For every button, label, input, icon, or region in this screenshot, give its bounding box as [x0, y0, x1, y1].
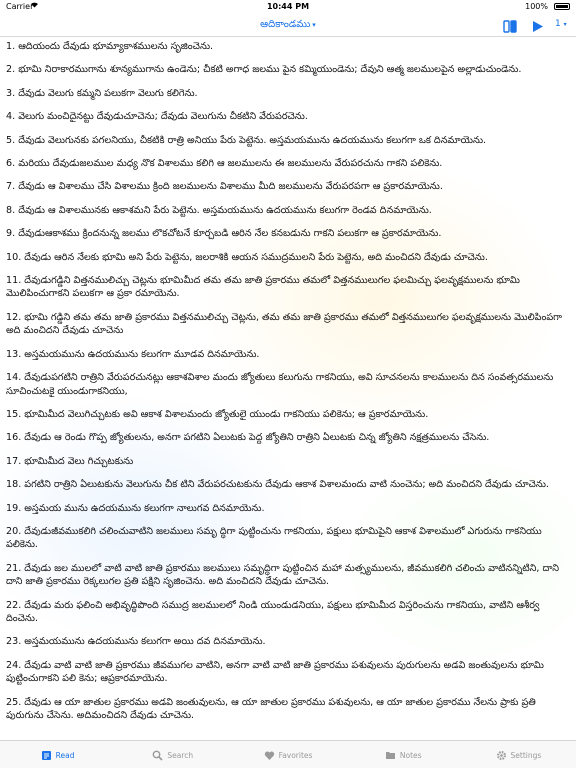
tab-settings[interactable]: Settings: [461, 741, 576, 768]
verse[interactable]: 12. భూమి గడ్డిని తమ తమ జాతి ప్రకారము విత…: [6, 311, 570, 338]
verse[interactable]: 5. దేవుడు వెలుగునకు పగలనియు, చీకటికి రాత…: [6, 134, 570, 147]
verse[interactable]: 25. దేవుడు ఆ యా జాతుల ప్రకారము అడవి జంతు…: [6, 696, 570, 723]
chapter-selector[interactable]: 1 ▾: [555, 19, 567, 29]
play-icon[interactable]: [532, 18, 544, 32]
heart-icon: [264, 751, 274, 760]
book-title: ఆదికాండము: [260, 19, 311, 30]
book-selector[interactable]: ఆదికాండము ▾: [0, 18, 576, 32]
verse[interactable]: 9. దేవుడుఆకాశము క్రిందనున్న జలము లొకచోటన…: [6, 227, 570, 240]
tab-label: Favorites: [278, 750, 313, 760]
tab-notes[interactable]: Notes: [346, 741, 461, 768]
verse[interactable]: 17. భూమిమీద వెలు గిచ్చుటకును: [6, 455, 570, 468]
chevron-down-icon: ▾: [563, 21, 567, 28]
read-icon: [41, 750, 51, 760]
tab-bar: Read Search Favorites Notes Settings: [0, 740, 576, 768]
battery-icon: [554, 3, 570, 10]
tab-search[interactable]: Search: [115, 741, 230, 768]
gear-icon: [496, 750, 506, 760]
verse[interactable]: 6. మరియు దేవుడుజలముల మధ్య నొక విశాలము కల…: [6, 157, 570, 170]
verse[interactable]: 7. దేవుడు ఆ విశాలము చేసి విశాలము క్రింది…: [6, 180, 570, 193]
verse[interactable]: 11. దేవుడుగడ్డిని విత్తనములిచ్చు చెట్లను…: [6, 274, 570, 301]
chevron-down-icon: ▾: [312, 21, 316, 29]
tab-read[interactable]: Read: [0, 741, 115, 768]
battery-percent: 100%: [525, 2, 548, 11]
verse[interactable]: 24. దేవుడు వాటి వాటి జాతి ప్రకారము జీవము…: [6, 659, 570, 686]
status-bar: Carrier 10:44 PM 100%: [0, 0, 576, 14]
verse[interactable]: 16. దేవుడు ఆ రెండు గొప్ప జ్యోతులను, అనగా…: [6, 431, 570, 444]
chapter-number: 1: [555, 19, 561, 29]
bible-reader-screen: Carrier 10:44 PM 100% ఆదికాండము▾ 1 ▾ 1.: [0, 0, 576, 768]
clock: 10:44 PM: [266, 2, 310, 11]
chapter-text: 1. ఆదియందు దేవుడు భూమ్యాకాశములను సృజించె…: [6, 40, 570, 740]
tab-favorites[interactable]: Favorites: [230, 741, 345, 768]
verse[interactable]: 8. దేవుడు ఆ విశాలమునకు ఆకాశమని పేరు పెట్…: [6, 204, 570, 217]
tab-label: Search: [167, 750, 194, 760]
verse[interactable]: 4. వెలుగు మంచిదైనట్టు దేవుడుచూచెను; దేవు…: [6, 110, 570, 123]
verse[interactable]: 3. దేవుడు వెలుగు కమ్మని పలుకగా వెలుగు కల…: [6, 87, 570, 100]
verse[interactable]: 20. దేవుడుజీవముకలిగి చలించువాటిని జలములు…: [6, 525, 570, 552]
notes-icon: [385, 751, 395, 759]
book-icon[interactable]: [503, 18, 517, 33]
verse[interactable]: 15. భూమిమీద వెలుగిచ్చుటకు అవి ఆకాశ విశాల…: [6, 408, 570, 421]
verse[interactable]: 23. అస్తమయమును ఉదయమును కలుగగా అయి దవ దిన…: [6, 635, 570, 648]
verse[interactable]: 18. పగటిని రాత్రిని ఏలుటకును వెలుగును చీ…: [6, 478, 570, 491]
verse[interactable]: 13. అస్తమయమును ఉదయమును కలుగగా మూడవ దినమా…: [6, 348, 570, 361]
verse[interactable]: 14. దేవుడుపగటిని రాత్రిని వేరుపరచునట్లు …: [6, 371, 570, 398]
tab-label: Settings: [510, 750, 542, 760]
verse[interactable]: 22. దేవుడు మరు ఫలించి అభివృద్ధిపొంది సము…: [6, 599, 570, 626]
verse[interactable]: 21. దేవుడు జల ములలో వాటి వాటి జాతి ప్రకా…: [6, 562, 570, 589]
tab-label: Notes: [399, 750, 422, 760]
verse[interactable]: 1. ఆదియందు దేవుడు భూమ్యాకాశములను సృజించె…: [6, 40, 570, 53]
verse[interactable]: 10. దేవుడు ఆరిన నేలకు భూమి అని పేరు పెట్…: [6, 251, 570, 264]
tab-label: Read: [55, 750, 75, 760]
verse[interactable]: 19. అస్తమయ మును ఉదయమును కలుగగా నాలుగవ ది…: [6, 502, 570, 515]
verse[interactable]: 2. భూమి నిరాకారముగాను శూన్యముగాను ఉండెను…: [6, 63, 570, 76]
search-icon: [153, 750, 163, 761]
navigation-bar: ఆదికాండము ▾ 1 ▾: [0, 14, 576, 37]
